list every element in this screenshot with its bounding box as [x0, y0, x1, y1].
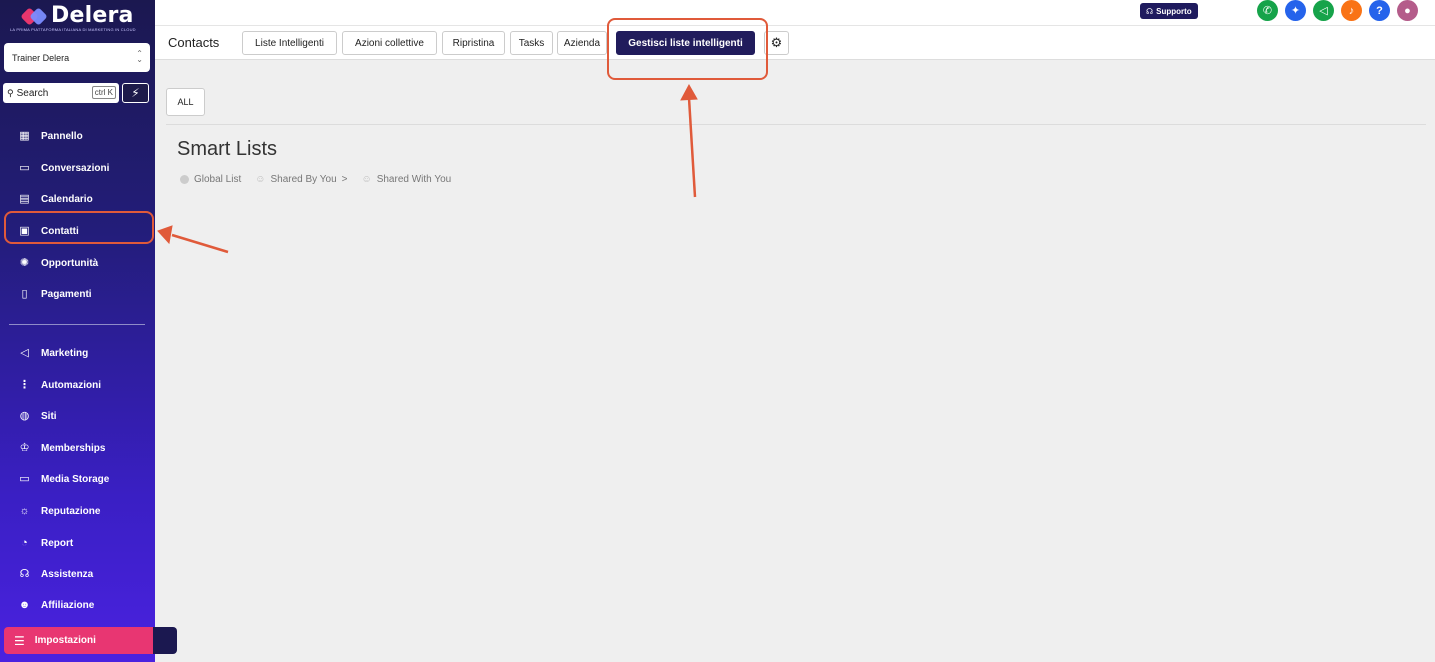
annotation-arrow-up	[680, 83, 698, 198]
annotation-arrows	[157, 83, 698, 254]
annotation-arrow-left	[157, 225, 229, 254]
